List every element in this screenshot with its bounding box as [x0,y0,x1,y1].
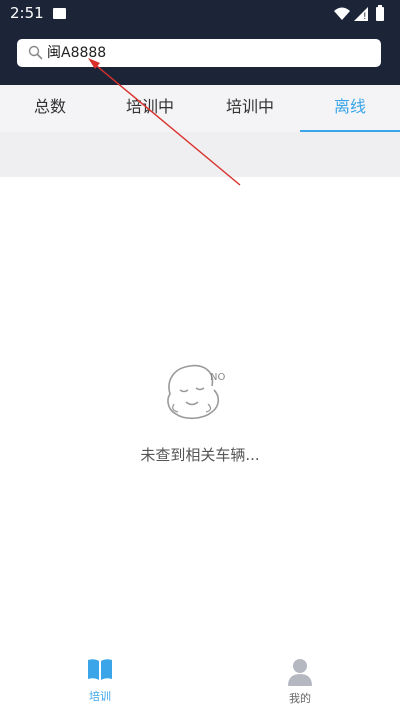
filter-band [0,132,400,177]
search-input[interactable] [47,43,367,63]
svg-text:!: ! [363,12,367,22]
image-icon [53,8,66,19]
tab-training-1[interactable]: 培训中 [100,85,200,132]
battery-icon [376,7,384,21]
tab-total[interactable]: 总数 [0,85,100,132]
search-box[interactable] [17,39,381,67]
person-icon [288,659,312,686]
status-bar: 2:51 ! [0,0,400,28]
search-icon [28,45,43,60]
nav-training-label: 培训 [89,690,111,703]
status-icons: ! [334,5,384,22]
empty-face-icon: NO [167,364,225,420]
no-badge: NO [210,372,225,383]
nav-mine-label: 我的 [289,692,311,705]
tab-offline[interactable]: 离线 [300,85,400,132]
empty-message: 未查到相关车辆... [140,446,260,464]
header-bar [0,28,400,85]
book-icon [88,659,112,680]
status-time: 2:51 [10,4,44,22]
nav-mine[interactable]: 我的 [200,650,400,710]
wifi-icon [334,7,350,20]
nav-training[interactable]: 培训 [0,650,200,710]
tab-bar: 总数 培训中 培训中 离线 [0,85,400,132]
tab-training-2[interactable]: 培训中 [200,85,300,132]
bottom-nav: 培训 我的 [0,650,400,710]
